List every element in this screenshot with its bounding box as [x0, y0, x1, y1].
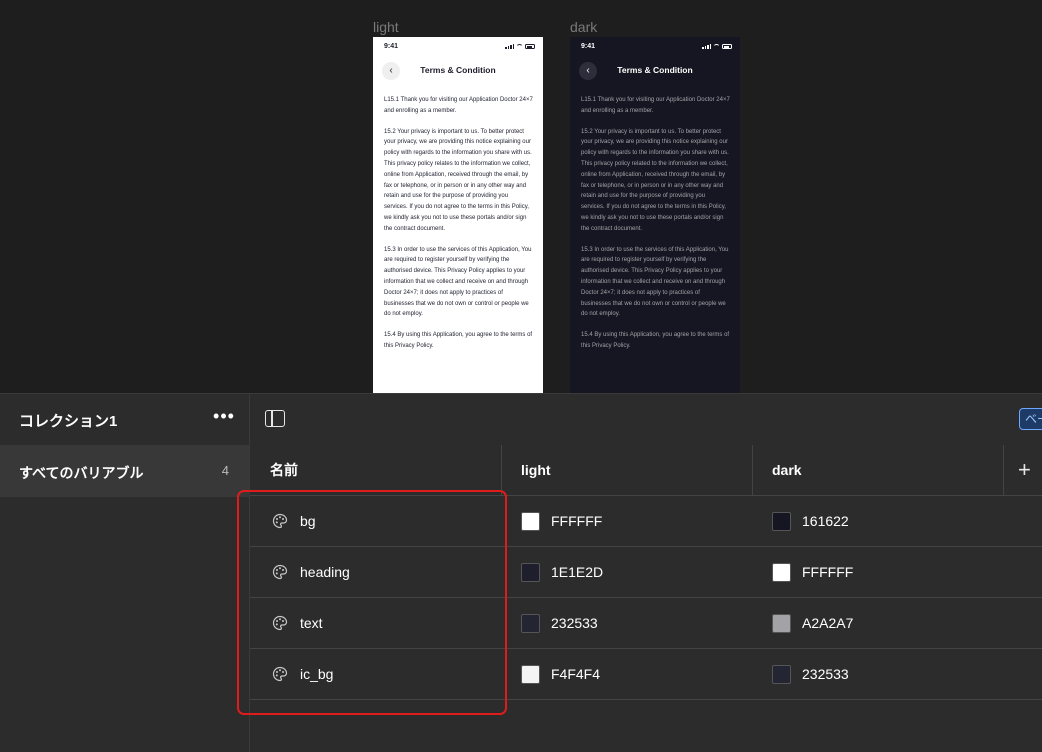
battery-icon: [525, 44, 535, 49]
hex-value: 161622: [802, 513, 849, 529]
collection-title[interactable]: コレクション1: [19, 410, 117, 431]
color-swatch[interactable]: [521, 665, 540, 684]
terms-paragraph: 15.3 In order to use the services of thi…: [384, 246, 532, 318]
variable-name: ic_bg: [300, 666, 334, 682]
terms-paragraph: 15.4 By using this Application, you agre…: [581, 332, 730, 349]
light-value-cell[interactable]: 232533: [501, 598, 752, 649]
more-options-button[interactable]: •••: [210, 407, 238, 430]
terms-body: L15.1 Thank you for visiting our Applica…: [384, 95, 533, 362]
color-swatch[interactable]: [772, 512, 791, 531]
variables-table: 名前 light dark + bg FFFFFF 161622 heading…: [250, 445, 1042, 700]
variable-name: bg: [300, 513, 316, 529]
all-variables-label: すべてのバリアブル: [19, 465, 144, 481]
table-body: bg FFFFFF 161622 heading 1E1E2D FFFFFF t…: [250, 496, 1042, 700]
terms-paragraph: L15.1 Thank you for visiting our Applica…: [581, 97, 730, 114]
battery-icon: [722, 44, 732, 49]
all-variables-item[interactable]: すべてのバリアブル 4: [0, 445, 249, 497]
column-divider: [1003, 445, 1004, 496]
nav-title: Terms & Condition: [420, 65, 496, 75]
column-divider: [752, 445, 753, 496]
terms-body: L15.1 Thank you for visiting our Applica…: [581, 95, 730, 362]
mode-chip[interactable]: ベース: [1019, 408, 1042, 430]
hex-value: 1E1E2D: [551, 564, 604, 580]
nav-title: Terms & Condition: [617, 65, 693, 75]
color-swatch[interactable]: [772, 614, 791, 633]
dark-value-cell[interactable]: FFFFFF: [752, 547, 1003, 598]
terms-paragraph: 15.3 In order to use the services of thi…: [581, 246, 729, 318]
variable-name-cell[interactable]: text: [250, 598, 501, 649]
terms-paragraph: 15.4 By using this Application, you agre…: [384, 332, 533, 349]
wifi-icon: [713, 44, 720, 49]
dark-value-cell[interactable]: A2A2A7: [752, 598, 1003, 649]
variable-name-cell[interactable]: heading: [250, 547, 501, 598]
status-icons: [505, 44, 535, 49]
color-swatch[interactable]: [772, 665, 791, 684]
empty-cell: [1003, 598, 1042, 649]
column-header-name: 名前: [270, 462, 298, 478]
color-swatch[interactable]: [521, 614, 540, 633]
variable-name: heading: [300, 564, 350, 580]
all-variables-count: 4: [221, 463, 229, 478]
empty-cell: [1003, 649, 1042, 700]
terms-paragraph: L15.1 Thank you for visiting our Applica…: [384, 97, 533, 114]
color-palette-icon: [272, 666, 288, 682]
variables-table-area: ベース 名前 light dark + bg: [249, 394, 1042, 752]
signal-icon: [505, 44, 514, 49]
terms-paragraph: 15.2 Your privacy is important to us. To…: [384, 128, 532, 232]
table-row[interactable]: ic_bg F4F4F4 232533: [250, 649, 1042, 700]
light-value-cell[interactable]: FFFFFF: [501, 496, 752, 547]
hex-value: FFFFFF: [802, 564, 854, 580]
column-header-light[interactable]: light: [521, 445, 551, 496]
table-toolbar: ベース: [250, 394, 1042, 445]
light-value-cell[interactable]: 1E1E2D: [501, 547, 752, 598]
phone-frame-dark[interactable]: 9:41 ‹ Terms & Condition L15.1 Thank you…: [570, 37, 740, 393]
status-icons: [702, 44, 732, 49]
dark-value-cell[interactable]: 161622: [752, 496, 1003, 547]
nav-bar: ‹ Terms & Condition: [382, 61, 534, 81]
design-canvas[interactable]: light dark 9:41 ‹ Terms & Condition L15.…: [0, 0, 1042, 393]
status-time: 9:41: [384, 43, 399, 50]
hex-value: FFFFFF: [551, 513, 603, 529]
color-swatch[interactable]: [521, 512, 540, 531]
variables-panel: コレクション1 ••• すべてのバリアブル 4 ベース 名前 light dar…: [0, 393, 1042, 752]
hex-value: A2A2A7: [802, 615, 854, 631]
empty-cell: [1003, 496, 1042, 547]
status-time: 9:41: [581, 43, 596, 50]
variable-name-cell[interactable]: bg: [250, 496, 501, 547]
column-divider: [501, 445, 502, 496]
collections-sidebar: コレクション1 ••• すべてのバリアブル 4: [0, 394, 249, 752]
frame-label-light[interactable]: light: [373, 19, 399, 35]
empty-cell: [1003, 547, 1042, 598]
color-palette-icon: [272, 513, 288, 529]
column-header-dark[interactable]: dark: [772, 445, 802, 496]
hex-value: 232533: [551, 615, 598, 631]
table-row[interactable]: bg FFFFFF 161622: [250, 496, 1042, 547]
hex-value: 232533: [802, 666, 849, 682]
color-palette-icon: [272, 564, 288, 580]
nav-bar: ‹ Terms & Condition: [579, 61, 731, 81]
hex-value: F4F4F4: [551, 666, 601, 682]
add-mode-button[interactable]: +: [1018, 445, 1031, 494]
status-bar: 9:41: [384, 43, 535, 53]
table-row[interactable]: text 232533 A2A2A7: [250, 598, 1042, 649]
variable-name: text: [300, 615, 323, 631]
color-palette-icon: [272, 615, 288, 631]
light-value-cell[interactable]: F4F4F4: [501, 649, 752, 700]
table-header: 名前 light dark +: [250, 445, 1042, 496]
signal-icon: [702, 44, 711, 49]
variable-name-cell[interactable]: ic_bg: [250, 649, 501, 700]
color-swatch[interactable]: [772, 563, 791, 582]
sidebar-toggle-icon[interactable]: [265, 410, 285, 427]
phone-frame-light[interactable]: 9:41 ‹ Terms & Condition L15.1 Thank you…: [373, 37, 543, 393]
table-row[interactable]: heading 1E1E2D FFFFFF: [250, 547, 1042, 598]
status-bar: 9:41: [581, 43, 732, 53]
color-swatch[interactable]: [521, 563, 540, 582]
wifi-icon: [516, 44, 523, 49]
frame-label-dark[interactable]: dark: [570, 19, 597, 35]
dark-value-cell[interactable]: 232533: [752, 649, 1003, 700]
terms-paragraph: 15.2 Your privacy is important to us. To…: [581, 128, 729, 232]
